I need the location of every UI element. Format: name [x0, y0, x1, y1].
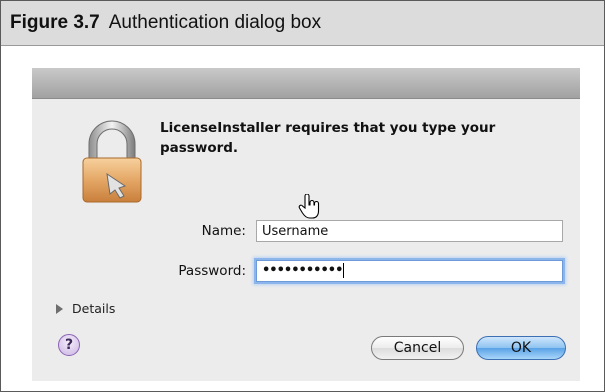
password-input[interactable]: •••••••••••: [256, 260, 563, 282]
hand-pointer-cursor-icon: [298, 194, 320, 219]
padlock-icon: [82, 120, 142, 203]
dialog-message: LicenseInstaller requires that you type …: [160, 120, 496, 156]
name-input[interactable]: [256, 220, 563, 242]
figure-title: Authentication dialog box: [108, 12, 322, 33]
cancel-button[interactable]: Cancel: [371, 336, 464, 360]
details-toggle[interactable]: Details: [56, 301, 115, 316]
figure-caption: Figure 3.7 Authentication dialog box: [1, 1, 604, 46]
password-mask: •••••••••••: [262, 263, 343, 278]
name-label: Name:: [201, 223, 246, 239]
ok-button[interactable]: OK: [476, 336, 566, 360]
details-label: Details: [72, 301, 116, 316]
dialog-titlebar[interactable]: [32, 68, 580, 99]
help-button[interactable]: ?: [58, 334, 80, 356]
figure-number: Figure 3.7: [10, 12, 100, 33]
authentication-dialog: LicenseInstaller requires that you type …: [32, 68, 580, 381]
text-caret: [343, 263, 345, 278]
password-label: Password:: [178, 263, 246, 279]
figure-box: Figure 3.7 Authentication dialog box Lic…: [0, 0, 605, 392]
disclosure-triangle-icon: [56, 303, 63, 314]
